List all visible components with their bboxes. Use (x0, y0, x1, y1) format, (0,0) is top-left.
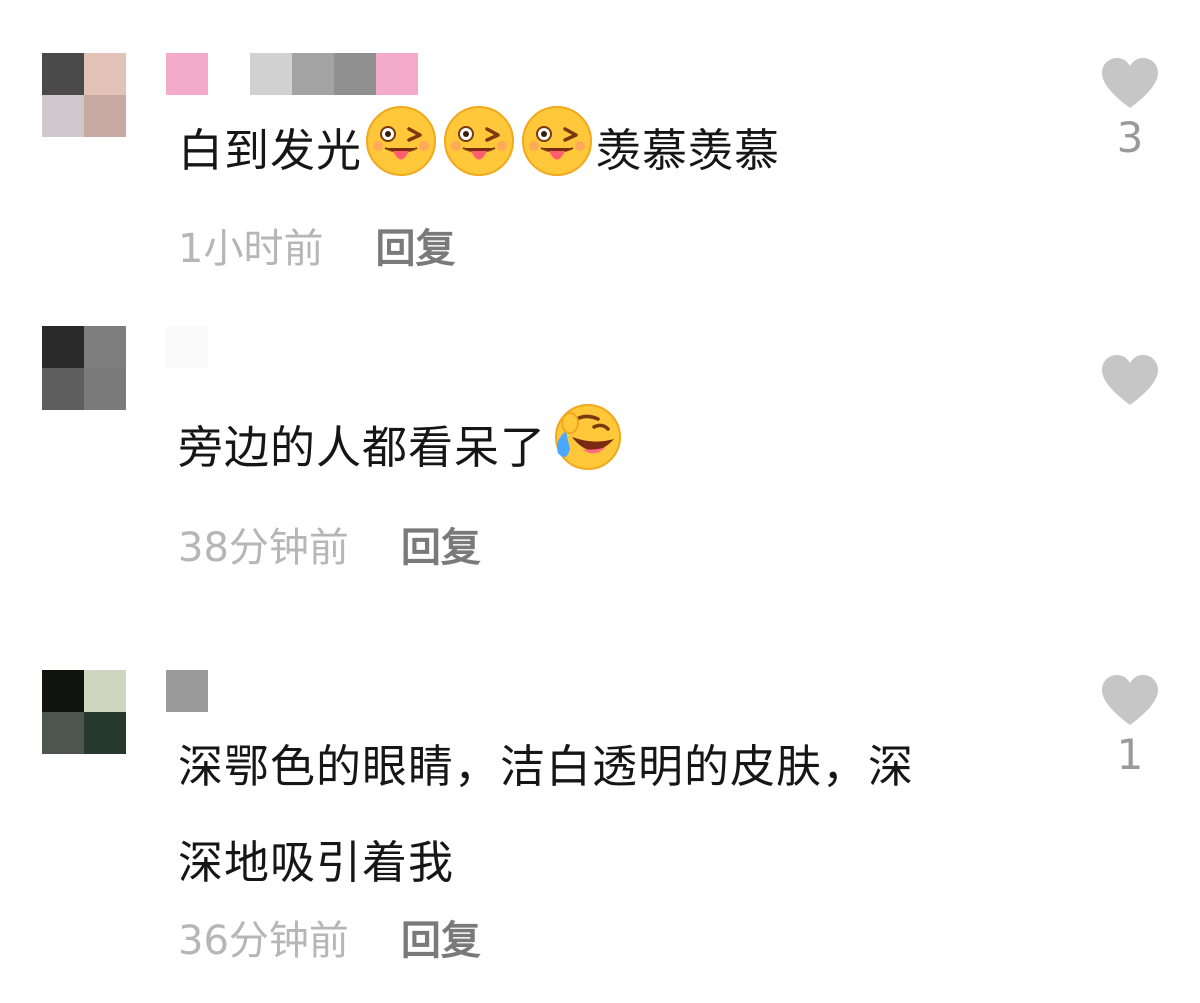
avatar[interactable] (42, 53, 126, 137)
avatar-pixel (84, 53, 126, 95)
username-redacted[interactable] (166, 326, 292, 368)
comment-meta: 38分钟前 回复 (178, 516, 481, 572)
tongue-wink-emoji (442, 104, 516, 178)
comment-meta: 36分钟前 回复 (178, 909, 481, 965)
comment-time: 36分钟前 (178, 918, 349, 964)
avatar-pixel (84, 368, 126, 410)
avatar-pixel (84, 712, 126, 754)
laughing-tears-emoji (548, 401, 622, 475)
like-count: 1 (1116, 730, 1144, 779)
like-button[interactable] (1100, 353, 1160, 407)
reply-button[interactable]: 回复 (401, 908, 481, 966)
avatar[interactable] (42, 326, 126, 410)
avatar-pixel (84, 95, 126, 137)
comment-text-part: 羡慕羡慕 (596, 124, 781, 177)
avatar-pixel (42, 53, 84, 95)
comment-text-line: 深鄂色的眼睛，洁白透明的皮肤，深 (178, 740, 915, 793)
comment-text: 白到发光 羡慕羡慕 (178, 103, 780, 199)
comment-text: 深鄂色的眼睛，洁白透明的皮肤，深 深地吸引着我 (178, 719, 914, 911)
avatar-pixel (42, 670, 84, 712)
tongue-wink-emoji (364, 104, 438, 178)
tongue-wink-emoji (520, 104, 594, 178)
username-redacted[interactable] (166, 53, 418, 95)
comment-time: 38分钟前 (178, 525, 349, 571)
comment-text-part: 白到发光 (178, 124, 363, 177)
reply-button[interactable]: 回复 (375, 216, 455, 274)
avatar-pixel (84, 326, 126, 368)
avatar-pixel (42, 95, 84, 137)
heart-icon (1102, 675, 1158, 725)
heart-icon (1102, 58, 1158, 108)
username-redacted[interactable] (166, 670, 208, 712)
avatar-pixel (42, 326, 84, 368)
heart-icon (1102, 355, 1158, 405)
reply-button[interactable]: 回复 (401, 515, 481, 573)
like-button[interactable]: 1 (1100, 673, 1160, 779)
like-button[interactable]: 3 (1100, 56, 1160, 162)
comment-text: 旁边的人都看呆了 (178, 400, 624, 496)
avatar-pixel (84, 670, 126, 712)
comment-time: 1小时前 (178, 226, 324, 272)
comment-meta: 1小时前 回复 (178, 217, 455, 273)
avatar-pixel (42, 368, 84, 410)
like-count: 3 (1116, 113, 1144, 162)
avatar-pixel (42, 712, 84, 754)
comment-text-line: 深地吸引着我 (178, 836, 455, 889)
comment-text-part: 旁边的人都看呆了 (178, 421, 547, 474)
avatar[interactable] (42, 670, 126, 754)
